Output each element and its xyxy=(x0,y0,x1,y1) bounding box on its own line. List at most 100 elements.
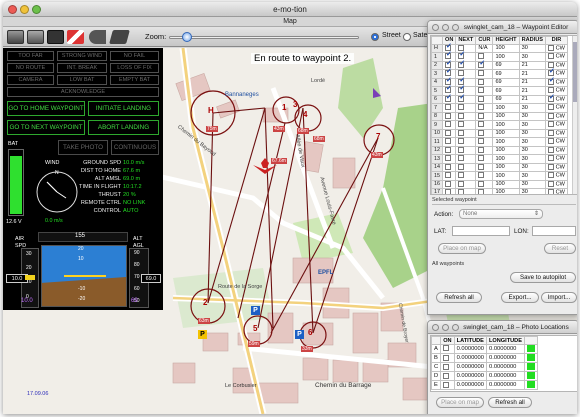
waypoint-cur-checkbox[interactable] xyxy=(478,112,485,119)
waypoint-radius[interactable]: 21 xyxy=(518,77,547,88)
photo-on-checkbox[interactable] xyxy=(443,381,450,388)
waypoint-1-marker[interactable]: 1 xyxy=(282,103,286,112)
waypoint-on-checkbox[interactable] xyxy=(445,189,451,194)
waypoint-on-checkbox[interactable] xyxy=(445,51,452,60)
waypoint-next-cell[interactable] xyxy=(455,171,477,181)
waypoint-on-checkbox[interactable] xyxy=(445,85,452,94)
waypoint-on-cell[interactable] xyxy=(441,111,457,122)
waypoint-radius[interactable]: 21 xyxy=(518,60,547,71)
waypoint-cur-checkbox[interactable] xyxy=(478,53,485,60)
continuous-button[interactable]: CONTINUOUS xyxy=(111,140,159,155)
place-on-map-button[interactable]: Place on map xyxy=(438,243,486,254)
waypoint-on-cell[interactable] xyxy=(441,162,457,173)
waypoint-dir-checkbox[interactable] xyxy=(548,129,555,136)
waypoint-height[interactable]: 69 xyxy=(492,69,520,79)
photo-on-cell[interactable] xyxy=(440,343,455,355)
zoom-panel-icon[interactable] xyxy=(452,324,459,331)
go-home-button[interactable]: GO TO HOME WAYPOINT xyxy=(7,101,85,116)
waypoint-7-marker[interactable]: 7 xyxy=(376,132,380,141)
waypoint-next-checkbox[interactable] xyxy=(458,45,465,51)
waypoint-cur-checkbox[interactable] xyxy=(478,172,485,179)
waypoint-dir-checkbox[interactable] xyxy=(548,104,555,111)
waypoint-height[interactable]: 100 xyxy=(492,154,520,164)
waypoint-next-checkbox[interactable] xyxy=(458,129,465,136)
col-cur[interactable]: CUR xyxy=(475,36,494,45)
waypoint-dir-checkbox[interactable] xyxy=(548,112,555,119)
waypoint-height[interactable]: 100 xyxy=(492,111,520,122)
photo-on-cell[interactable] xyxy=(440,353,455,364)
zoom-slider-handle[interactable] xyxy=(182,32,192,42)
plane-gray-icon[interactable] xyxy=(109,30,130,44)
street-radio[interactable] xyxy=(371,33,379,41)
waypoint-row[interactable]: 9 100 30 CW xyxy=(431,120,568,130)
monitor-icon[interactable] xyxy=(27,30,44,44)
waypoint-radius[interactable]: 21 xyxy=(518,94,547,105)
photo-latitude[interactable]: 0.0000000 xyxy=(453,380,487,391)
waypoint-cur-cell[interactable] xyxy=(475,179,494,190)
waypoint-dir-cell[interactable]: CW xyxy=(545,137,568,147)
waypoint-on-checkbox[interactable] xyxy=(445,121,451,128)
photo-longitude[interactable]: 0.0000000 xyxy=(485,371,525,382)
waypoint-height[interactable]: 100 xyxy=(492,162,520,173)
waypoint-radius[interactable]: 30 xyxy=(518,103,547,113)
col-on[interactable]: ON xyxy=(440,336,455,345)
photo-row[interactable]: D 0.0000000 0.0000000 xyxy=(431,371,538,382)
abort-landing-button[interactable]: ABORT LANDING xyxy=(88,120,159,135)
waypoint-cur-checkbox[interactable] xyxy=(478,155,485,162)
waypoint-height[interactable]: 100 xyxy=(492,179,520,190)
waypoint-cur-checkbox[interactable] xyxy=(478,189,485,194)
waypoint-radius[interactable]: 30 xyxy=(518,162,547,173)
waypoint-dir-checkbox[interactable] xyxy=(548,61,555,68)
waypoint-height[interactable]: 69 xyxy=(492,86,520,96)
photo-longitude[interactable]: 0.0000000 xyxy=(485,353,525,364)
waypoint-row[interactable]: 1 10030 CW xyxy=(431,51,568,62)
waypoint-4-marker[interactable]: 4 xyxy=(303,110,307,119)
waypoint-on-cell[interactable] xyxy=(441,120,457,130)
waypoint-next-checkbox[interactable] xyxy=(458,104,465,111)
waypoint-on-cell[interactable] xyxy=(441,128,457,139)
waypoint-row[interactable]: 13 100 30 CW xyxy=(431,154,568,164)
minimize-panel-icon[interactable] xyxy=(442,324,449,331)
waypoint-dir-checkbox[interactable] xyxy=(548,138,555,145)
photo-row[interactable]: C 0.0000000 0.0000000 xyxy=(431,362,538,373)
waypoint-dir-cell[interactable]: CW xyxy=(545,145,568,156)
waypoint-cur-cell[interactable] xyxy=(475,128,494,139)
waypoint-next-cell[interactable] xyxy=(455,94,477,105)
waypoint-radius[interactable]: 30 xyxy=(518,154,547,164)
waypoint-cur-cell[interactable] xyxy=(475,188,494,194)
col-height[interactable]: HEIGHT xyxy=(492,36,520,45)
waypoint-row[interactable]: 15 100 30 CW xyxy=(431,171,568,181)
waypoint-cur-cell[interactable] xyxy=(475,86,494,96)
waypoint-on-checkbox[interactable] xyxy=(445,155,451,162)
waypoint-dir-checkbox[interactable] xyxy=(548,180,555,187)
waypoint-dir-checkbox[interactable] xyxy=(548,163,555,170)
waypoint-radius[interactable]: 30 xyxy=(518,52,547,62)
waypoint-dir-cell[interactable]: CW xyxy=(545,120,568,130)
waypoint-on-checkbox[interactable] xyxy=(445,172,451,179)
waypoint-cur-cell[interactable] xyxy=(475,60,494,71)
waypoint-next-cell[interactable] xyxy=(455,111,477,122)
waypoint-next-cell[interactable] xyxy=(455,103,477,113)
waypoint-on-checkbox[interactable] xyxy=(445,129,451,136)
waypoint-cur-cell[interactable] xyxy=(475,171,494,181)
waypoint-next-checkbox[interactable] xyxy=(458,189,465,194)
waypoint-next-checkbox[interactable] xyxy=(458,121,465,128)
waypoint-on-cell[interactable] xyxy=(441,171,457,181)
waypoint-on-checkbox[interactable] xyxy=(445,104,451,111)
waypoint-row[interactable]: 16 100 30 CW xyxy=(431,179,568,190)
photo-latitude[interactable]: 0.0000000 xyxy=(453,371,487,382)
minimize-panel-icon[interactable] xyxy=(442,24,449,31)
waypoint-dir-cell[interactable]: CW xyxy=(545,179,568,190)
export-button[interactable]: Export... xyxy=(501,292,539,303)
waypoint-next-cell[interactable] xyxy=(455,145,477,156)
close-panel-icon[interactable] xyxy=(432,324,439,331)
waypoint-dir-checkbox[interactable] xyxy=(548,189,555,194)
take-photo-button[interactable]: TAKE PHOTO xyxy=(58,140,108,155)
action-select[interactable]: None ⇕ xyxy=(459,209,543,219)
minimize-window-icon[interactable] xyxy=(20,5,29,14)
photo-latitude[interactable]: 0.0000000 xyxy=(453,343,487,355)
table-scrollbar-thumb[interactable] xyxy=(573,42,577,102)
waypoint-dir-checkbox[interactable] xyxy=(548,77,555,85)
waypoint-cur-checkbox[interactable] xyxy=(478,95,485,102)
waypoint-dir-cell[interactable]: CW xyxy=(545,171,568,181)
